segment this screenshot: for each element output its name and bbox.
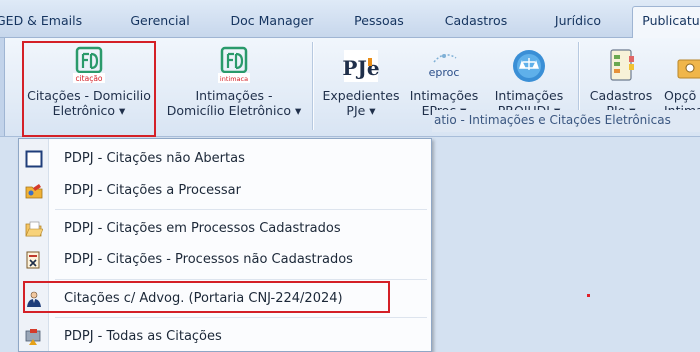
folder-open-icon [25,220,44,238]
cadastros-icon [603,46,639,86]
menu-item-label: PDPJ - Todas as Citações [64,329,222,344]
menu-item-citacoes-processos-cadastrados[interactable]: PDPJ - Citações em Processos Cadastrados [19,214,431,244]
options-icon [672,46,700,86]
menu-item-label: PDPJ - Citações em Processos Cadastrados [64,221,341,236]
ribbon-left-edge [0,38,5,136]
ribbon-group-caption: atio - Intimações e Citações Eletrônicas [434,113,671,127]
document-x-icon [25,251,43,269]
svg-text:PJe: PJe [342,56,379,80]
menu-item-citacoes-a-processar[interactable]: PDPJ - Citações a Processar [19,176,431,206]
menu-item-citacoes-nao-abertas[interactable]: PDPJ - Citações não Abertas [19,144,431,174]
tab-pessoas[interactable]: Pessoas [349,8,409,34]
menu-separator [55,317,427,318]
ribbon-group-separator [312,42,313,130]
menu-separator [55,209,427,210]
tab-gerencial[interactable]: Gerencial [121,8,199,34]
unopened-square-icon [25,150,43,168]
opcoes-intimacoes-label-line1: Opçõ [664,88,697,103]
intimacoes-domicilio-label-line1: Intimações - [195,88,273,103]
tab-ged-emails[interactable]: GED & Emails [0,8,82,34]
citacoes-dropdown-menu: PDPJ - Citações não Abertas PDPJ - Citaç… [18,138,432,352]
cadastros-pje-button[interactable]: Cadastros PJe ▾ [582,46,660,118]
tab-juridico[interactable]: Jurídico [548,8,608,34]
svg-text:eproc: eproc [429,66,460,79]
intimacoes-eproc-button[interactable]: eproc Intimações EProc ▾ [408,46,480,118]
intimacoes-domicilio-label-line2: Domicílio Eletrônico ▾ [166,103,302,118]
projudi-icon [509,46,549,86]
menu-item-label: PDPJ - Citações a Processar [64,183,241,198]
all-citations-icon [25,328,43,346]
pje-icon: PJe [342,46,380,86]
svg-text:intimaca: intimaca [220,75,248,83]
menu-separator [55,279,427,280]
red-dot-marker [587,294,590,297]
expedientes-pje-button[interactable]: PJe Expedientes PJe ▾ [318,46,404,118]
eproc-icon: eproc [424,46,464,86]
folder-process-icon [25,182,43,200]
intimacoes-eproc-label-line1: Intimações [409,88,479,103]
menu-item-label: PDPJ - Citações - Processos não Cadastra… [64,252,353,267]
ribbon-tab-strip: GED & Emails Gerencial Doc Manager Pesso… [0,0,700,39]
menu-item-processos-nao-cadastrados[interactable]: PDPJ - Citações - Processos não Cadastra… [19,245,431,275]
intimacoes-projudi-label-line1: Intimações [494,88,564,103]
annotation-highlight-button [22,41,156,137]
intimacao-icon: intimaca [216,46,252,86]
expedientes-pje-label-line1: Expedientes [322,88,400,103]
opcoes-intimacoes-button[interactable]: Opçõ Intima [664,46,700,118]
menu-item-todas-citacoes[interactable]: PDPJ - Todas as Citações [19,322,431,352]
tab-doc-manager[interactable]: Doc Manager [222,8,322,34]
tab-publicatu[interactable]: Publicatu [632,6,700,39]
tab-cadastros[interactable]: Cadastros [436,8,516,34]
intimacoes-domicilio-button[interactable]: intimaca Intimações - Domicílio Eletrôni… [160,46,308,118]
expedientes-pje-label-line2: PJe ▾ [346,103,376,118]
intimacoes-projudi-button[interactable]: Intimações PROJUDI ▾ [484,46,574,118]
menu-item-label: PDPJ - Citações não Abertas [64,151,245,166]
cadastros-pje-label-line1: Cadastros [589,88,653,103]
annotation-highlight-menu-item [23,281,390,313]
